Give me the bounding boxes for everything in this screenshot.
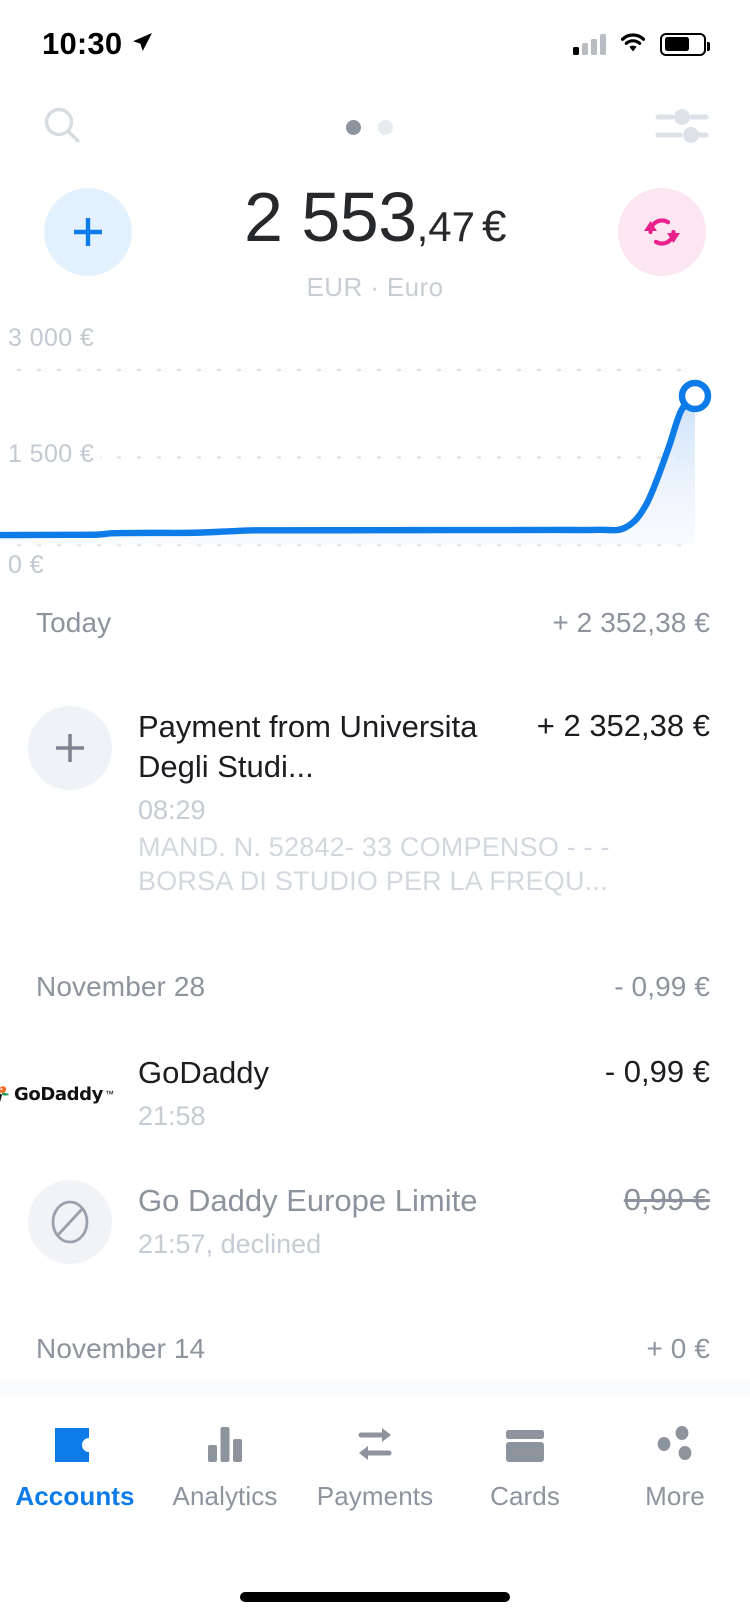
status-bar-time-group: 10:30 [42,26,154,62]
chart-ytick-label: 3 000 € [8,324,101,353]
balance-history-chart[interactable]: 3 000 € 1 500 € 0 € [0,308,750,592]
battery-icon [660,32,710,56]
transaction-body: Go Daddy Europe Limite 0,99 € 21:57, dec… [138,1180,710,1264]
tab-list: Accounts Analytics Payments Cards More [0,1395,750,1545]
tab-label: More [645,1481,705,1511]
top-toolbar [0,96,750,158]
transaction-amount: - 0,99 € [604,1054,710,1089]
transaction-amount: + 2 352,38 € [536,708,710,743]
tab-label: Cards [490,1481,560,1511]
transaction-amount: 0,99 € [623,1182,710,1217]
home-indicator [240,1592,510,1602]
bar-chart-icon [204,1419,246,1465]
tab-label: Accounts [15,1481,135,1511]
balance-block[interactable]: 2 553,47 € EUR · Euro [132,176,618,303]
transaction-main-line: Payment from Universita Degli Studi... +… [138,707,710,787]
table-row[interactable]: Payment from Universita Degli Studi... +… [0,706,750,898]
wallet-icon [52,1419,98,1465]
section-header-november-28: November 28 - 0,99 € [0,956,750,1018]
section-header-today: Today + 2 352,38 € [0,592,750,654]
tab-label: Analytics [172,1481,278,1511]
plus-icon [74,218,102,246]
currency-label: EUR · Euro [306,272,444,302]
section-total: + 0 € [646,1333,710,1364]
chart-end-marker [678,379,712,413]
transaction-time: 08:29 [138,795,206,825]
page-dot[interactable] [377,119,393,135]
tab-payments[interactable]: Payments [300,1419,450,1545]
transaction-title: GoDaddy [138,1055,269,1090]
wifi-icon [618,31,648,58]
tab-cards[interactable]: Cards [450,1419,600,1545]
section-total: - 0,99 € [614,971,710,1002]
section-header-november-14: November 14 + 0 € [0,1318,750,1380]
credit-card-icon [503,1419,547,1465]
transaction-main-line: GoDaddy - 0,99 € [138,1053,710,1093]
tab-accounts[interactable]: Accounts [0,1419,150,1545]
godaddy-logo-text: GoDaddy [14,1083,103,1105]
transaction-title: Go Daddy Europe Limite [138,1183,478,1218]
search-icon[interactable] [40,103,84,152]
exchange-button[interactable] [618,188,706,276]
chart-canvas [0,368,712,547]
chart-ytick-label: 1 500 € [8,440,101,469]
balance-amount: 2 553,47 € [132,178,618,266]
location-arrow-icon [130,26,154,62]
section-total: + 2 352,38 € [552,607,710,638]
transaction-icon-plus [28,706,112,790]
cellular-signal-icon [573,33,606,55]
table-row[interactable]: Go Daddy Europe Limite 0,99 € 21:57, dec… [0,1180,750,1264]
section-date: November 14 [36,1333,206,1364]
tab-analytics[interactable]: Analytics [150,1419,300,1545]
filter-sliders-icon[interactable] [654,104,710,151]
status-bar-indicators [573,31,710,58]
transaction-body: GoDaddy - 0,99 € 21:58 [138,1052,710,1136]
balance-decimal: ,47 [416,203,476,250]
page-dot-active[interactable] [345,119,361,135]
blocked-circle-icon [51,1200,89,1244]
godaddy-logo-tm: ™ [104,1089,114,1099]
transaction-title: Payment from Universita Degli Studi... [138,709,478,784]
section-date: Today [36,607,112,638]
add-account-button[interactable] [44,188,132,276]
table-row[interactable]: GoDaddy ™ GoDaddy - 0,99 € 21:58 [0,1052,750,1136]
godaddy-logo-icon: GoDaddy ™ [0,1052,114,1136]
account-balance-header: 2 553,47 € EUR · Euro [0,176,750,304]
balance-currency-symbol: € [482,202,507,251]
exchange-refresh-icon [644,218,680,246]
tab-label: Payments [316,1481,434,1511]
more-dots-icon [653,1419,697,1465]
transaction-body: Payment from Universita Degli Studi... +… [138,706,710,898]
transaction-time: 21:58 [138,1101,206,1131]
tab-more[interactable]: More [600,1419,750,1545]
status-bar: 10:30 [0,0,750,88]
section-date: November 28 [36,971,206,1002]
transaction-time: 21:57, declined [138,1229,322,1259]
transaction-main-line: Go Daddy Europe Limite 0,99 € [138,1181,710,1221]
plus-icon [56,734,84,762]
godaddy-logo: GoDaddy ™ [0,1084,114,1105]
balance-integer: 2 553 [243,178,417,256]
chart-ytick-label: 0 € [8,551,50,580]
transaction-icon-declined [28,1180,112,1264]
transfer-arrows-icon [351,1419,399,1465]
page-indicator-dots [345,119,393,135]
godaddy-mascot-icon [0,1086,10,1102]
bottom-tab-bar: Accounts Analytics Payments Cards More [0,1381,750,1624]
status-bar-time: 10:30 [42,26,123,61]
app-screen: 10:30 2 553,47 € EUR · Euro 3 000 € 1 50… [0,0,750,1624]
transaction-description: MAND. N. 52842- 33 COMPENSO - - - BORSA … [138,832,610,896]
transaction-list: Today + 2 352,38 € Payment from Universi… [0,592,750,1380]
